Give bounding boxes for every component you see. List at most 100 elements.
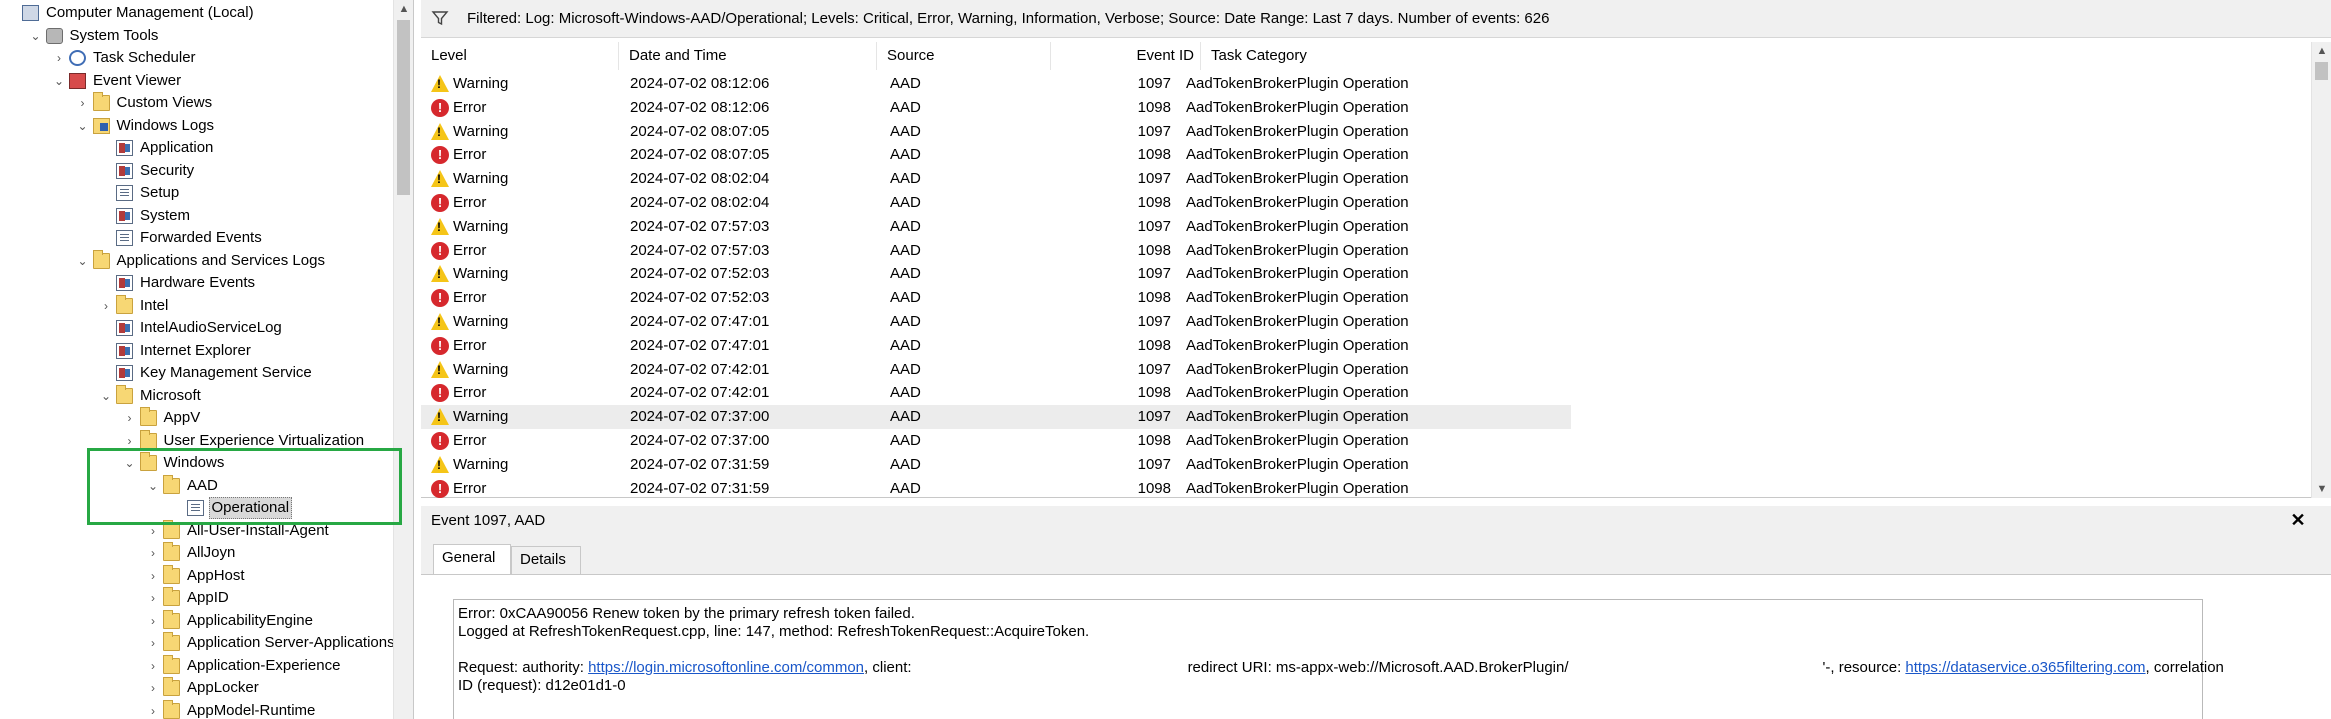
- tree-item-label: Hardware Events: [140, 274, 256, 291]
- event-row[interactable]: Warning 2024-07-02 07:31:59 AAD 1097 AadToke…: [421, 453, 1571, 477]
- event-source: AAD: [890, 265, 921, 283]
- event-id: 1098: [1137, 194, 1171, 211]
- error-icon: !: [431, 241, 449, 260]
- event-level: Error: [453, 432, 487, 449]
- close-icon[interactable]: ✕: [2286, 508, 2310, 532]
- tree-item-label: Windows Logs: [116, 116, 215, 134]
- folder-icon: [163, 542, 180, 561]
- tree-item-label: System: [140, 206, 191, 224]
- chevron-right-icon[interactable]: ›: [53, 47, 65, 69]
- scroll-up-arrow-icon[interactable]: ▲: [394, 0, 413, 18]
- event-id: 1097: [1137, 217, 1171, 235]
- chevron-right-icon[interactable]: ›: [77, 92, 89, 114]
- chevron-right-icon[interactable]: ›: [147, 610, 159, 632]
- warning-icon: [431, 313, 449, 331]
- event-date-time: 2024-07-02 07:37:00: [630, 408, 770, 426]
- event-id: 1098: [1137, 336, 1171, 354]
- event-date-time: 2024-07-02 08:12:06: [630, 98, 770, 116]
- tree-scroll-thumb[interactable]: [397, 20, 410, 195]
- folder-icon: [139, 429, 157, 449]
- tab-general[interactable]: General: [433, 544, 511, 574]
- warning-icon: [431, 170, 449, 188]
- event-task-category: AadTokenBrokerPlugin Operation: [1186, 432, 1409, 449]
- event-row[interactable]: Warning 2024-07-02 08:02:04 AAD 1097 AadToke…: [421, 167, 1571, 191]
- event-row[interactable]: ! Error 2024-07-02 08:12:06 AAD 1098 AadToken…: [421, 96, 1571, 120]
- tab-details[interactable]: Details: [511, 546, 581, 574]
- event-row[interactable]: Warning 2024-07-02 07:52:03 AAD 1097 AadToke…: [421, 262, 1571, 286]
- event-row[interactable]: ! Error 2024-07-02 07:42:01 AAD 1098 AadToken…: [421, 381, 1571, 405]
- event-row[interactable]: ! Error 2024-07-02 07:31:59 AAD 1098 AadToken…: [421, 477, 1571, 501]
- event-row[interactable]: ! Error 2024-07-02 07:57:03 AAD 1098 AadToken…: [421, 239, 1571, 263]
- resource-link[interactable]: https://dataservice.o365filtering.com: [1905, 659, 2145, 676]
- event-row[interactable]: Warning 2024-07-02 07:42:01 AAD 1097 AadToke…: [421, 358, 1571, 382]
- windows-logs-icon: [92, 117, 110, 134]
- event-date-time: 2024-07-02 07:52:03: [630, 265, 770, 283]
- description-request-id: ID (request): d12e01d1-0: [458, 677, 626, 694]
- description-line-2: Logged at RefreshTokenRequest.cpp, line:…: [458, 623, 1090, 640]
- chevron-down-icon[interactable]: ⌄: [30, 25, 42, 47]
- chevron-down-icon[interactable]: ⌄: [100, 385, 112, 407]
- event-task-category: AadTokenBrokerPlugin Operation: [1186, 170, 1409, 188]
- error-icon: !: [431, 194, 449, 212]
- chevron-right-icon[interactable]: ›: [100, 295, 112, 317]
- warning-icon: [431, 455, 449, 474]
- event-id: 1097: [1137, 170, 1171, 188]
- folder-icon: [163, 632, 180, 651]
- folder-icon: [163, 587, 180, 606]
- chevron-down-icon[interactable]: ⌄: [77, 250, 89, 272]
- event-row[interactable]: Warning 2024-07-02 08:07:05 AAD 1097 AadToke…: [421, 120, 1571, 144]
- column-header-date-time[interactable]: Date and Time: [619, 42, 877, 70]
- chevron-right-icon[interactable]: ›: [147, 542, 159, 564]
- event-level: Warning: [453, 75, 509, 92]
- scroll-up-arrow-icon[interactable]: ▲: [2312, 42, 2331, 60]
- scroll-down-arrow-icon[interactable]: ▼: [2312, 480, 2331, 498]
- chevron-right-icon[interactable]: ›: [147, 632, 159, 654]
- column-header-level[interactable]: Level: [421, 42, 619, 70]
- clock-icon: [69, 50, 86, 66]
- event-row[interactable]: ! Error 2024-07-02 07:52:03 AAD 1098 AadToken…: [421, 286, 1571, 310]
- tree-item-label: Security: [140, 161, 195, 179]
- chevron-right-icon[interactable]: ›: [124, 430, 136, 452]
- event-id: 1097: [1137, 265, 1171, 283]
- chevron-right-icon[interactable]: ›: [147, 677, 159, 699]
- authority-link[interactable]: https://login.microsoftonline.com/common: [588, 659, 864, 676]
- events-scrollbar[interactable]: ▲ ▼: [2311, 42, 2331, 498]
- chevron-right-icon[interactable]: ›: [147, 655, 159, 677]
- event-row[interactable]: ! Error 2024-07-02 08:07:05 AAD 1098 AadToken…: [421, 143, 1571, 167]
- event-date-time: 2024-07-02 07:47:01: [630, 336, 770, 354]
- warning-icon: [431, 75, 449, 93]
- event-date-time: 2024-07-02 07:47:01: [630, 313, 770, 330]
- event-task-category: AadTokenBrokerPlugin Operation: [1186, 194, 1409, 211]
- chevron-right-icon[interactable]: ›: [147, 565, 159, 587]
- chevron-down-icon[interactable]: ⌄: [147, 475, 159, 497]
- column-header-task-category[interactable]: Task Category: [1201, 42, 1561, 70]
- event-row[interactable]: ! Error 2024-07-02 07:47:01 AAD 1098 AadToken…: [421, 334, 1571, 358]
- tree-scrollbar[interactable]: ▲: [393, 0, 413, 719]
- event-source: AAD: [890, 384, 921, 402]
- event-date-time: 2024-07-02 07:57:03: [630, 217, 770, 235]
- log-icon: [116, 365, 133, 381]
- event-row[interactable]: Warning 2024-07-02 07:37:00 AAD 1097 AadToke…: [421, 405, 1571, 430]
- event-row[interactable]: Warning 2024-07-02 08:12:06 AAD 1097 AadToke…: [421, 72, 1571, 96]
- chevron-down-icon[interactable]: ⌄: [53, 70, 65, 92]
- event-row[interactable]: Warning 2024-07-02 07:57:03 AAD 1097 AadToke…: [421, 215, 1571, 239]
- tree-item-label: Operational: [208, 497, 293, 519]
- tree-item-label: Task Scheduler: [93, 49, 196, 66]
- folder-icon: [163, 609, 180, 629]
- event-row[interactable]: ! Error 2024-07-02 07:37:00 AAD 1098 AadToken…: [421, 429, 1571, 453]
- chevron-down-icon[interactable]: ⌄: [124, 452, 136, 474]
- column-header-event-id[interactable]: Event ID: [1051, 42, 1201, 70]
- chevron-right-icon[interactable]: ›: [147, 700, 159, 719]
- events-scroll-thumb[interactable]: [2315, 62, 2328, 80]
- column-header-source[interactable]: Source: [877, 42, 1051, 70]
- tree-item-label: ApplicabilityEngine: [187, 611, 313, 629]
- chevron-right-icon[interactable]: ›: [124, 407, 136, 429]
- folder-icon: [163, 564, 180, 584]
- event-row[interactable]: ! Error 2024-07-02 08:02:04 AAD 1098 AadToken…: [421, 191, 1571, 215]
- event-row[interactable]: Warning 2024-07-02 07:47:01 AAD 1097 AadToke…: [421, 310, 1571, 334]
- tree-item-label: Application-Experience: [187, 656, 341, 674]
- error-icon: !: [431, 432, 449, 450]
- chevron-right-icon[interactable]: ›: [147, 587, 159, 609]
- chevron-down-icon[interactable]: ⌄: [77, 115, 89, 137]
- chevron-right-icon[interactable]: ›: [147, 520, 159, 542]
